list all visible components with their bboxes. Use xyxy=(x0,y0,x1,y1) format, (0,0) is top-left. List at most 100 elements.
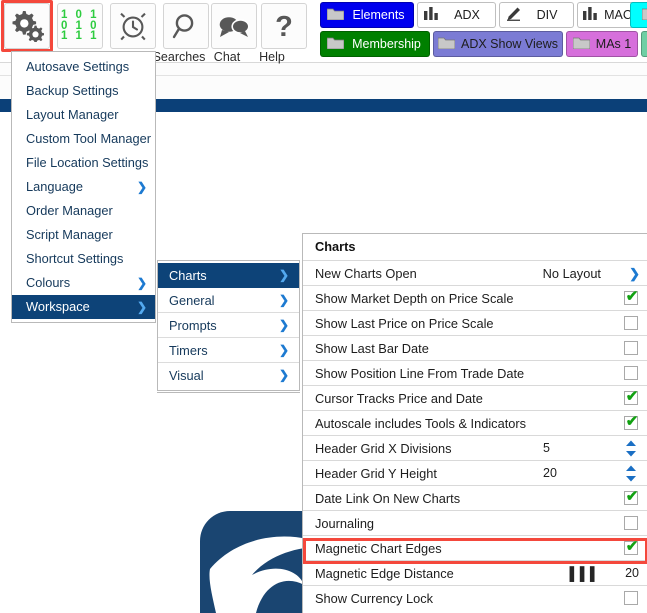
setting-row-header-grid-x[interactable]: Header Grid X Divisions 5 xyxy=(303,435,647,460)
menu-item-shortcut-settings[interactable]: Shortcut Settings xyxy=(12,247,155,271)
submenu-item-charts[interactable]: Charts ❯ xyxy=(158,263,299,288)
chevron-right-icon: ❯ xyxy=(136,276,147,290)
menu-item-script-manager[interactable]: Script Manager xyxy=(12,223,155,247)
checkbox[interactable] xyxy=(624,366,638,380)
bar-chart-icon xyxy=(424,7,439,23)
setting-row-cursor-tracks[interactable]: Cursor Tracks Price and Date xyxy=(303,385,647,410)
setting-row-show-last-price[interactable]: Show Last Price on Price Scale xyxy=(303,310,647,335)
submenu-item-label: Prompts xyxy=(169,318,217,333)
folder-icon xyxy=(641,7,647,23)
binary-button[interactable]: 1 0 1 0 1 0 1 1 1 xyxy=(57,3,103,49)
settings-button[interactable] xyxy=(4,3,50,49)
menu-item-layout-manager[interactable]: Layout Manager xyxy=(12,103,155,127)
menu-item-custom-tool-manager[interactable]: Custom Tool Manager xyxy=(12,127,155,151)
magnifier-icon xyxy=(172,14,194,39)
spinner-control[interactable] xyxy=(625,465,637,482)
setting-row-journaling[interactable]: Journaling xyxy=(303,510,647,535)
setting-label: Date Link On New Charts xyxy=(315,491,461,506)
submenu-item-label: Charts xyxy=(169,268,207,283)
menu-item-autosave-settings[interactable]: Autosave Settings xyxy=(12,55,155,79)
spinner-control[interactable] xyxy=(625,440,637,457)
alarm-button[interactable] xyxy=(110,3,156,49)
menu-item-backup-settings[interactable]: Backup Settings xyxy=(12,79,155,103)
chart-tab-elements[interactable]: Elements xyxy=(320,2,414,28)
menu-item-label: Order Manager xyxy=(26,203,113,218)
setting-label: Show Last Bar Date xyxy=(315,341,429,356)
submenu-item-timers[interactable]: Timers ❯ xyxy=(158,338,299,363)
question-mark-icon: ? xyxy=(275,11,293,41)
folder-icon xyxy=(437,36,456,52)
submenu-item-visual[interactable]: Visual ❯ xyxy=(158,363,299,388)
menu-item-colours[interactable]: Colours ❯ xyxy=(12,271,155,295)
chart-tab-membership[interactable]: Membership xyxy=(320,31,430,57)
speech-bubbles-icon xyxy=(219,17,250,37)
checkbox[interactable] xyxy=(624,341,638,355)
setting-row-show-position-line[interactable]: Show Position Line From Trade Date xyxy=(303,360,647,385)
help-button[interactable]: ? xyxy=(261,3,307,49)
chart-tab-mas1[interactable]: MAs 1 xyxy=(566,31,638,57)
chevron-right-icon: ❯ xyxy=(278,268,289,282)
chevron-down-icon[interactable]: ❯ xyxy=(629,261,640,286)
setting-label: Show Position Line From Trade Date xyxy=(315,366,525,381)
setting-label: Autoscale includes Tools & Indicators xyxy=(315,416,527,431)
setting-row-header-grid-y[interactable]: Header Grid Y Height 20 xyxy=(303,460,647,485)
setting-row-show-market-depth[interactable]: Show Market Depth on Price Scale xyxy=(303,285,647,310)
chevron-right-icon: ❯ xyxy=(136,300,147,314)
submenu-item-prompts[interactable]: Prompts ❯ xyxy=(158,313,299,338)
settings-dropdown-menu: Autosave Settings Backup Settings Layout… xyxy=(11,51,156,323)
menu-item-label: Colours xyxy=(26,275,71,290)
checkbox[interactable] xyxy=(624,516,638,530)
chart-tab-label: DIV xyxy=(536,8,558,22)
chevron-right-icon: ❯ xyxy=(278,293,289,307)
submenu-item-label: Visual xyxy=(169,368,204,383)
pen-icon xyxy=(506,7,521,24)
setting-label: Magnetic Edge Distance xyxy=(315,566,454,581)
menu-item-label: Backup Settings xyxy=(26,83,119,98)
submenu-item-label: General xyxy=(169,293,215,308)
setting-value: 5 xyxy=(543,441,550,455)
checkbox[interactable] xyxy=(624,288,639,306)
menu-item-label: File Location Settings xyxy=(26,155,149,170)
chevron-right-icon: ❯ xyxy=(278,318,289,332)
menu-item-file-location-settings[interactable]: File Location Settings xyxy=(12,151,155,175)
setting-row-autoscale-includes[interactable]: Autoscale includes Tools & Indicators xyxy=(303,410,647,435)
checkbox[interactable] xyxy=(624,316,638,330)
setting-label: Show Last Price on Price Scale xyxy=(315,316,494,331)
chart-tab-label: MAs 1 xyxy=(595,37,632,51)
chart-tab-cyan[interactable] xyxy=(630,2,647,28)
menu-item-language[interactable]: Language ❯ xyxy=(12,175,155,199)
checkbox[interactable] xyxy=(624,413,639,431)
slider-handle[interactable]: ▐▐▐ xyxy=(565,566,596,581)
svg-text:?: ? xyxy=(275,11,293,41)
menu-item-order-manager[interactable]: Order Manager xyxy=(12,199,155,223)
menu-item-label: Shortcut Settings xyxy=(26,251,124,266)
checkbox[interactable] xyxy=(624,591,638,605)
setting-row-show-currency-lock[interactable]: Show Currency Lock xyxy=(303,585,647,610)
menu-item-workspace[interactable]: Workspace ❯ xyxy=(12,295,155,319)
chevron-right-icon: ❯ xyxy=(136,180,147,194)
chart-tab-div[interactable]: DIV xyxy=(499,2,574,28)
binary-icon: 1 0 1 0 1 0 1 1 1 xyxy=(61,10,99,42)
chat-button[interactable] xyxy=(211,3,257,49)
folder-icon xyxy=(572,36,591,52)
chevron-right-icon: ❯ xyxy=(278,368,289,382)
binary-row-3: 1 1 1 xyxy=(60,30,100,43)
checkbox[interactable] xyxy=(624,388,639,406)
setting-row-magnetic-chart-edges[interactable]: Magnetic Chart Edges xyxy=(303,535,647,560)
submenu-item-general[interactable]: General ❯ xyxy=(158,288,299,313)
setting-row-magnetic-edge-distance[interactable]: Magnetic Edge Distance ▐▐▐ 20 xyxy=(303,560,647,585)
chart-tab-adx[interactable]: ADX xyxy=(417,2,496,28)
chart-tab-label: Elements xyxy=(352,8,405,22)
checkbox[interactable] xyxy=(624,538,639,556)
chart-tab-green2[interactable] xyxy=(641,31,647,57)
setting-row-show-last-bar-date[interactable]: Show Last Bar Date xyxy=(303,335,647,360)
checkbox[interactable] xyxy=(624,488,639,506)
setting-row-new-charts-open[interactable]: New Charts Open No Layout ❯ xyxy=(303,260,647,285)
setting-row-date-link[interactable]: Date Link On New Charts xyxy=(303,485,647,510)
chart-tab-label: ADX Show Views xyxy=(460,37,559,51)
setting-label: Header Grid X Divisions xyxy=(315,441,452,456)
chart-tab-adx-show-views[interactable]: ADX Show Views xyxy=(433,31,563,57)
chevron-right-icon: ❯ xyxy=(278,343,289,357)
searches-button[interactable] xyxy=(163,3,209,49)
setting-value: No Layout xyxy=(542,266,601,281)
